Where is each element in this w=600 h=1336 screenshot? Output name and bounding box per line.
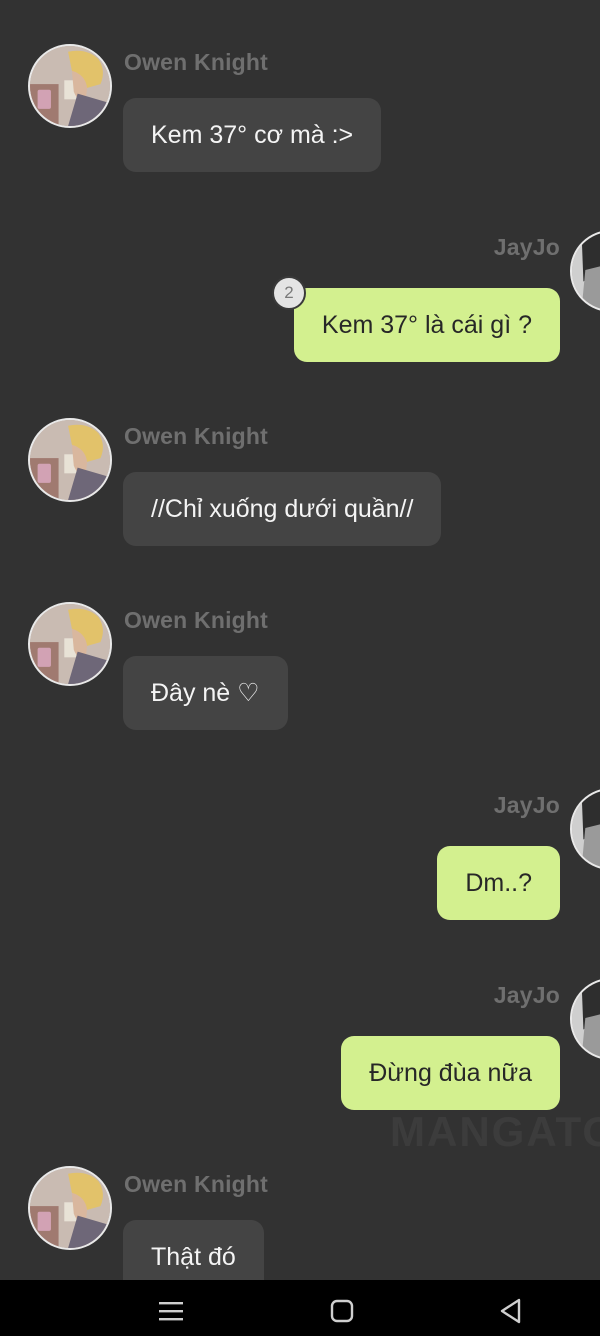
- message-bubble-outgoing[interactable]: Đừng đùa nữa: [341, 1036, 560, 1110]
- sender-name: JayJo: [493, 234, 560, 260]
- avatar-image: [30, 46, 110, 126]
- avatar-image: [572, 790, 600, 868]
- avatar-image: [30, 1168, 110, 1248]
- avatar-image: [30, 604, 110, 684]
- system-navigation-bar: [0, 1280, 600, 1336]
- avatar-image: [572, 980, 600, 1058]
- avatar-owen-knight[interactable]: [28, 418, 112, 502]
- message-bubble-incoming[interactable]: Kem 37° cơ mà :>: [123, 98, 382, 172]
- back-button[interactable]: [481, 1286, 541, 1336]
- back-icon: [500, 1298, 521, 1324]
- message-bubble-incoming[interactable]: Đây nè ♡: [123, 656, 288, 730]
- sender-name: Owen Knight: [124, 607, 269, 633]
- avatar-owen-knight[interactable]: [28, 1166, 112, 1250]
- message-bubble-incoming[interactable]: //Chỉ xuống dưới quần//: [123, 472, 442, 546]
- sender-name: JayJo: [493, 792, 560, 818]
- avatar-owen-knight[interactable]: [28, 44, 112, 128]
- chat-area: Owen Knight Kem 37° cơ mà :> JayJo Kem 3…: [0, 0, 600, 1280]
- avatar-jayjo[interactable]: [570, 230, 600, 312]
- watermark: MANGATOO: [390, 1108, 600, 1155]
- avatar-image: [572, 232, 600, 310]
- unread-count-badge: 2: [272, 276, 306, 310]
- avatar-jayjo[interactable]: [570, 978, 600, 1060]
- message-bubble-outgoing[interactable]: Kem 37° là cái gì ?: [293, 288, 560, 362]
- home-button[interactable]: [312, 1286, 372, 1336]
- avatar-owen-knight[interactable]: [28, 602, 112, 686]
- sender-name: Owen Knight: [124, 423, 269, 449]
- sender-name: Owen Knight: [124, 49, 269, 75]
- home-icon: [330, 1299, 354, 1323]
- sender-name: JayJo: [493, 982, 560, 1008]
- sender-name: Owen Knight: [124, 1171, 269, 1197]
- message-bubble-incoming[interactable]: Thật đó: [123, 1220, 264, 1280]
- message-bubble-outgoing[interactable]: Dm..?: [437, 846, 560, 920]
- recent-apps-button[interactable]: [141, 1286, 201, 1336]
- avatar-jayjo[interactable]: [570, 788, 600, 870]
- avatar-image: [30, 420, 110, 500]
- menu-icon: [159, 1302, 183, 1321]
